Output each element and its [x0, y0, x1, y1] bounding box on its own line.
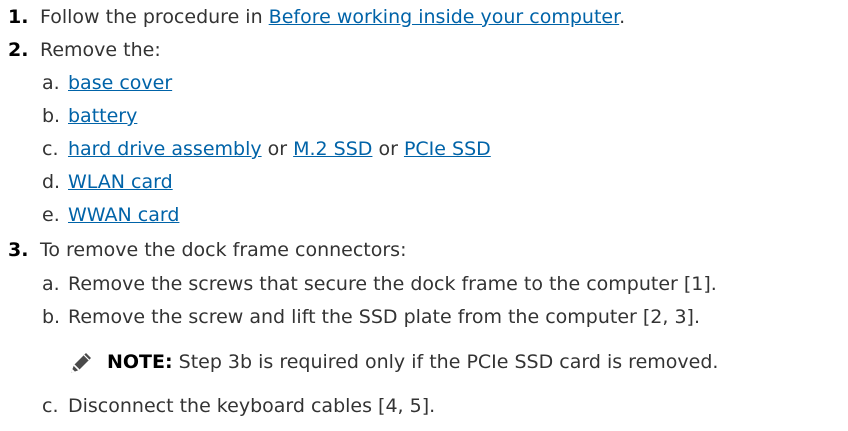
step-text: To remove the dock frame connectors:	[40, 239, 407, 261]
substep-letter: d.	[42, 171, 61, 193]
step-text: Remove the:	[40, 39, 161, 61]
pencil-note-icon	[71, 353, 91, 373]
note-label: NOTE:	[107, 351, 173, 373]
substep-letter: c.	[42, 138, 59, 160]
separator-text: or	[372, 138, 404, 160]
substep-letter: b.	[42, 105, 61, 127]
procedure-document: 1. Follow the procedure in Before workin…	[0, 0, 848, 431]
substep-letter: a.	[42, 72, 60, 94]
substep-letter: e.	[42, 204, 60, 226]
substep-letter: a.	[42, 273, 60, 295]
wwan-card-link[interactable]: WWAN card	[68, 204, 179, 226]
wlan-card-link[interactable]: WLAN card	[68, 171, 173, 193]
m2-ssd-link[interactable]: M.2 SSD	[293, 138, 372, 160]
note-body: Step 3b is required only if the PCIe SSD…	[172, 351, 719, 373]
step-number: 1.	[8, 6, 29, 28]
substep-letter: b.	[42, 306, 61, 328]
note-text: NOTE: Step 3b is required only if the PC…	[107, 347, 718, 377]
step-number: 3.	[8, 239, 29, 261]
battery-link[interactable]: battery	[68, 105, 137, 127]
step-text: Follow the procedure in Before working i…	[40, 6, 626, 28]
pcie-ssd-link[interactable]: PCIe SSD	[404, 138, 491, 160]
before-working-link[interactable]: Before working inside your computer	[269, 6, 620, 28]
substep-letter: c.	[42, 395, 59, 417]
separator-text: or	[261, 138, 294, 160]
substep-text: Remove the screw and lift the SSD plate …	[68, 306, 701, 328]
step-number: 2.	[8, 39, 29, 61]
substep-text: Disconnect the keyboard cables [4, 5].	[68, 395, 436, 417]
hard-drive-assembly-link[interactable]: hard drive assembly	[68, 138, 262, 160]
base-cover-link[interactable]: base cover	[68, 72, 172, 94]
substep-text: Remove the screws that secure the dock f…	[68, 273, 717, 295]
